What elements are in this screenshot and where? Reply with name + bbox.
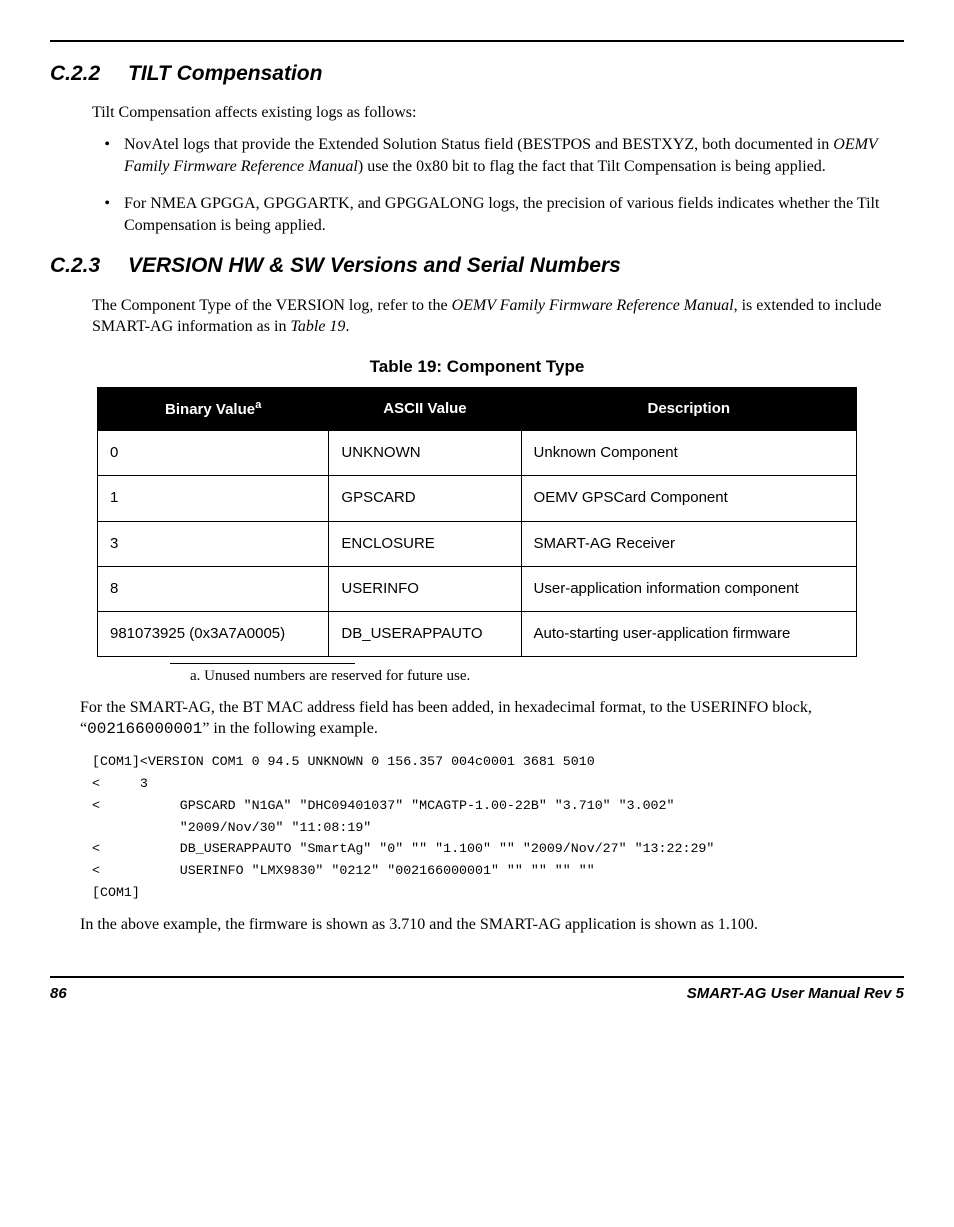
table-footnote: a. Unused numbers are reserved for futur… xyxy=(190,666,904,686)
bullet-text-pre: NovAtel logs that provide the Extended S… xyxy=(124,136,833,153)
cell-desc: User-application information component xyxy=(521,566,856,611)
component-type-table: Binary Valuea ASCII Value Description 0 … xyxy=(97,387,857,658)
para-em2: Table 19 xyxy=(290,318,345,335)
after-table-paragraph: For the SMART-AG, the BT MAC address fie… xyxy=(80,697,894,741)
footnote-rule xyxy=(170,663,355,664)
table-row: 8 USERINFO User-application information … xyxy=(98,566,857,611)
heading-title: VERSION HW & SW Versions and Serial Numb… xyxy=(128,252,621,280)
cell-binary: 3 xyxy=(98,521,329,566)
cell-desc: Unknown Component xyxy=(521,431,856,476)
section-paragraph: The Component Type of the VERSION log, r… xyxy=(92,295,894,338)
para-text: . xyxy=(345,318,349,335)
para-text: The Component Type of the VERSION log, r… xyxy=(92,297,452,314)
page-footer: 86 SMART-AG User Manual Rev 5 xyxy=(50,976,904,1004)
cell-binary: 981073925 (0x3A7A0005) xyxy=(98,612,329,657)
header-text: Binary Value xyxy=(165,401,255,418)
cell-binary: 1 xyxy=(98,476,329,521)
cell-ascii: GPSCARD xyxy=(329,476,521,521)
table-row: 1 GPSCARD OEMV GPSCard Component xyxy=(98,476,857,521)
page-number: 86 xyxy=(50,984,67,1004)
table-header-row: Binary Valuea ASCII Value Description xyxy=(98,387,857,430)
header-sup: a xyxy=(255,399,261,411)
cell-ascii: DB_USERAPPAUTO xyxy=(329,612,521,657)
top-rule xyxy=(50,40,904,42)
closing-paragraph: In the above example, the firmware is sh… xyxy=(80,914,894,936)
mono-text: 002166000001 xyxy=(87,720,202,738)
heading-number: C.2.2 xyxy=(50,60,128,88)
col-header-desc: Description xyxy=(521,387,856,430)
heading-number: C.2.3 xyxy=(50,252,128,280)
col-header-binary: Binary Valuea xyxy=(98,387,329,430)
heading-c23: C.2.3 VERSION HW & SW Versions and Seria… xyxy=(50,252,904,280)
list-item: For NMEA GPGGA, GPGGARTK, and GPGGALONG … xyxy=(118,193,894,236)
code-block: [COM1]<VERSION COM1 0 94.5 UNKNOWN 0 156… xyxy=(92,751,904,905)
cell-ascii: USERINFO xyxy=(329,566,521,611)
para-text: ” in the following example. xyxy=(202,720,378,737)
bullet-text-pre: For NMEA GPGGA, GPGGARTK, and GPGGALONG … xyxy=(124,195,879,234)
book-title: SMART-AG User Manual Rev 5 xyxy=(687,984,904,1004)
table-row: 981073925 (0x3A7A0005) DB_USERAPPAUTO Au… xyxy=(98,612,857,657)
cell-desc: SMART-AG Receiver xyxy=(521,521,856,566)
heading-title: TILT Compensation xyxy=(128,60,322,88)
bullet-text-post: ) use the 0x80 bit to flag the fact that… xyxy=(358,158,826,175)
para-em: OEMV Family Firmware Reference Manual xyxy=(452,297,734,314)
table-caption: Table 19: Component Type xyxy=(50,356,904,379)
bullet-list: NovAtel logs that provide the Extended S… xyxy=(92,134,894,236)
heading-c22: C.2.2 TILT Compensation xyxy=(50,60,904,88)
cell-binary: 8 xyxy=(98,566,329,611)
intro-paragraph: Tilt Compensation affects existing logs … xyxy=(92,102,894,124)
table-row: 3 ENCLOSURE SMART-AG Receiver xyxy=(98,521,857,566)
cell-ascii: UNKNOWN xyxy=(329,431,521,476)
table-row: 0 UNKNOWN Unknown Component xyxy=(98,431,857,476)
cell-desc: Auto-starting user-application firmware xyxy=(521,612,856,657)
col-header-ascii: ASCII Value xyxy=(329,387,521,430)
cell-ascii: ENCLOSURE xyxy=(329,521,521,566)
cell-binary: 0 xyxy=(98,431,329,476)
cell-desc: OEMV GPSCard Component xyxy=(521,476,856,521)
list-item: NovAtel logs that provide the Extended S… xyxy=(118,134,894,177)
